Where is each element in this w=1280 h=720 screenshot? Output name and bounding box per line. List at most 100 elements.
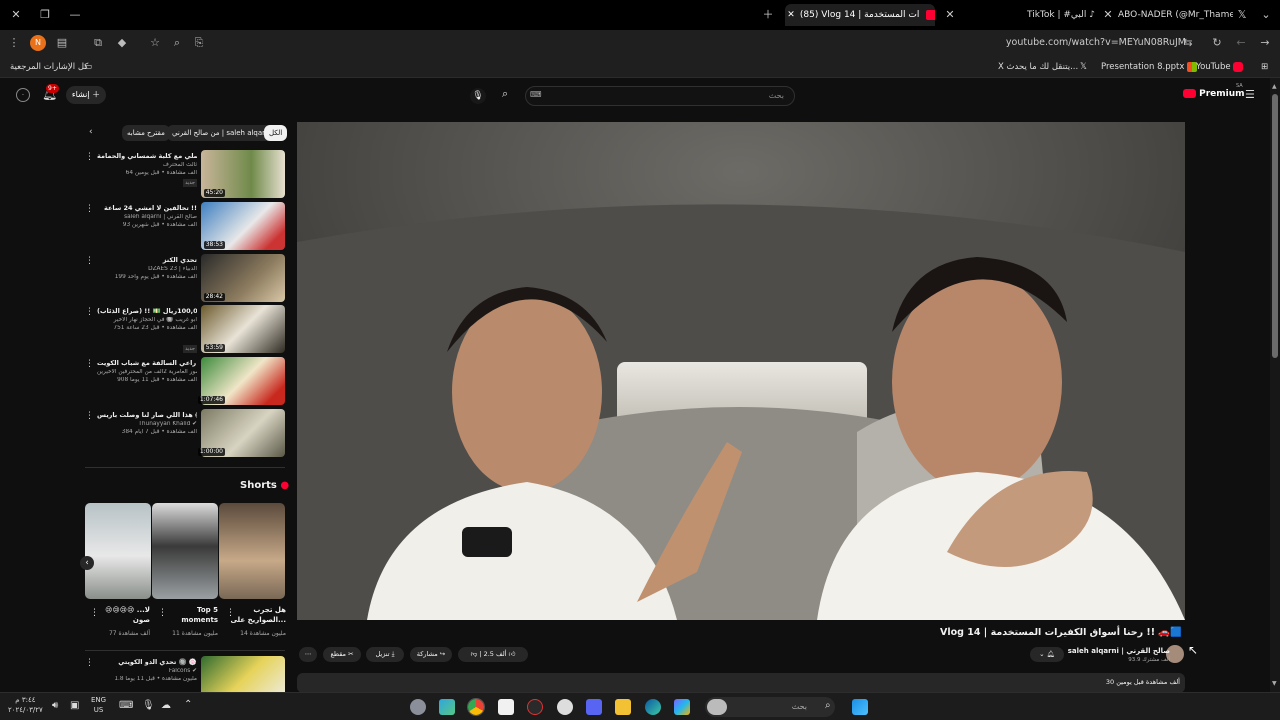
list-item[interactable]: 45:20 اسلي مع كلبة شمساني والحمامة 👀 ثال… (85, 150, 285, 200)
keyboard-icon[interactable]: ⌨ (530, 90, 542, 99)
discord-icon[interactable] (586, 699, 602, 715)
short-thumbnail[interactable] (219, 503, 285, 599)
reload-icon[interactable]: ↻ (1209, 35, 1225, 51)
search-input[interactable]: بحث (525, 86, 795, 106)
page-scrollbar[interactable]: ▲ ▼ (1270, 78, 1280, 692)
shorts-scroll-left-icon[interactable]: ‹ (80, 556, 94, 570)
edge-dev-icon[interactable] (439, 699, 455, 715)
show-hidden-icons-icon[interactable]: ⌃ (184, 699, 192, 710)
more-options-icon[interactable]: ⋮ (85, 256, 94, 266)
split-screen-icon[interactable]: ⧉ (90, 35, 106, 51)
microphone-icon[interactable]: 🎙︎ (142, 700, 155, 711)
short-title[interactable]: Top 5 moments (158, 605, 218, 625)
tab-close-icon[interactable]: ✕ (785, 4, 797, 26)
subscribed-button[interactable]: ⌄ 🔔︎ (1030, 647, 1064, 662)
search-icon[interactable]: ⌕ (502, 87, 508, 101)
share-button[interactable]: مشاركة ↪ (410, 647, 452, 662)
bookmark-presentation[interactable]: Presentation 8.pptx (1101, 60, 1198, 74)
clock[interactable]: ٣:٤٤ م ٢٠٢٤/٠٣/٢٧ (8, 695, 43, 715)
keyboard-icon[interactable]: ⌨ (119, 700, 133, 711)
more-options-icon[interactable]: ⋮ (158, 608, 167, 618)
tab-search-icon[interactable]: ⌄ (1258, 7, 1274, 23)
more-options-icon[interactable]: ⋮ (85, 658, 94, 668)
list-item[interactable]: تحدي الدو الكويتي 🔘 🍥 Falcons ✔ 1.8 مليو… (85, 656, 285, 692)
language-indicator[interactable]: ENG US (91, 695, 106, 715)
more-options-icon[interactable]: ⋮ (85, 307, 94, 317)
tab-close-icon[interactable]: ✕ (1100, 7, 1116, 23)
more-options-icon[interactable]: ⋮ (85, 152, 94, 162)
site-settings-icon[interactable]: ⇆ (1180, 35, 1196, 51)
scrollbar-thumb[interactable] (1272, 94, 1278, 358)
start-menu-icon[interactable] (852, 699, 868, 715)
like-icon[interactable]: 👍︎ (509, 650, 516, 658)
install-app-icon[interactable]: ⎘ (191, 35, 207, 51)
tab-close-icon[interactable]: ✕ (942, 7, 958, 23)
more-options-icon[interactable]: ⋮ (90, 608, 99, 618)
file-explorer-icon[interactable] (615, 699, 631, 715)
edge-icon[interactable] (645, 699, 661, 715)
app-icon[interactable] (527, 699, 543, 715)
more-options-icon[interactable]: ⋮ (85, 359, 94, 369)
chip-all[interactable]: الكل (264, 125, 288, 141)
apps-grid-icon[interactable]: ⊞ (1261, 60, 1268, 74)
zoom-icon[interactable]: ⌕ (169, 35, 185, 51)
channel-name[interactable]: Thunayyan Khalid ✔ (97, 421, 197, 427)
channel-name[interactable]: saleh alqarni | صالح القرني (1068, 647, 1170, 655)
menu-dots-icon[interactable]: ⋮ (6, 35, 22, 51)
channel-name[interactable]: DZAES 23 | الدبياء (97, 266, 197, 272)
new-tab-icon[interactable]: ＋ (760, 7, 776, 23)
scroll-down-icon[interactable]: ▼ (1272, 680, 1277, 687)
list-item[interactable]: 1:00:00 هذا اللي صار لنا وصلت باريس 😱 Th… (85, 409, 285, 459)
more-options-icon[interactable]: ⋮ (85, 204, 94, 214)
system-app-icon[interactable] (557, 699, 573, 715)
clip-button[interactable]: مقطع ✂ (323, 647, 361, 662)
short-title[interactable]: 😢😢😢😢 ...لا صون (90, 605, 150, 625)
tab-tiktok[interactable]: TikTok | #البي ♪ (1000, 4, 1095, 26)
channel-name[interactable]: منصور العامرية 2ألف من المحترفين الأخيري… (97, 369, 197, 375)
more-options-icon[interactable]: ⋮ (85, 411, 94, 421)
close-window-icon[interactable]: ✕ (8, 7, 24, 23)
search-icon[interactable]: ⌕ (825, 700, 831, 711)
channel-name[interactable]: saleh alqarni | صالح القرني (97, 214, 197, 220)
network-icon[interactable]: ▣ (70, 700, 79, 711)
bookmark-star-icon[interactable]: ☆ (147, 35, 163, 51)
like-count[interactable]: 2.5 ألف (484, 650, 507, 658)
video-title[interactable]: تحدي الدو الكويتي 🔘 🍥 (97, 658, 197, 666)
copilot-icon[interactable] (674, 699, 690, 715)
short-title[interactable]: هل تجرب الصواريخ على... (226, 605, 286, 625)
tab-x[interactable]: ABO-NADER (@Mr_Thamer10 (1118, 4, 1233, 26)
description-box[interactable] (297, 673, 1185, 693)
create-button[interactable]: إنشاء ＋ (66, 86, 106, 104)
tab-youtube[interactable]: ✕ (85) Vlog 14 | ات المستخدمة (785, 4, 935, 26)
more-actions-icon[interactable]: ⋯ (299, 647, 317, 662)
more-options-icon[interactable]: ⋮ (226, 608, 235, 618)
video-title[interactable]: تحالفين لا امشي 24 ساعة !! (97, 204, 197, 212)
folder-icon[interactable]: ▭ (84, 60, 92, 74)
list-item[interactable]: 1:07:46 من راعي السالفة مع شباب الكويت م… (85, 357, 285, 407)
channel-name[interactable]: ابو غريب 🔘 في الحجاز نهار الأخير (97, 317, 197, 323)
volume-icon[interactable]: 🔊︎ (52, 700, 58, 711)
scroll-up-icon[interactable]: ▲ (1272, 83, 1277, 90)
video-title[interactable]: هذا اللي صار لنا وصلت باريس 😱 (97, 411, 197, 419)
list-item[interactable]: 53:59 اخر شخص يطلع من المكان يفوز ب100,0… (85, 305, 285, 355)
extension-diamond-icon[interactable]: ◆ (114, 35, 130, 51)
download-button[interactable]: تنزيل ⤓ (366, 647, 404, 662)
bookmark-youtube[interactable]: YouTube (1196, 60, 1244, 74)
video-title[interactable]: من راعي السالفة مع شباب الكويت (97, 359, 197, 367)
extensions-icon[interactable]: ▤ (54, 35, 70, 51)
settings-app-icon[interactable] (410, 699, 426, 715)
short-thumbnail[interactable] (152, 503, 218, 599)
video-title[interactable]: اخر شخص يطلع من المكان يفوز ب100,000ريال… (97, 307, 197, 315)
store-icon[interactable] (498, 699, 514, 715)
video-title[interactable]: تحدي الكنز (97, 256, 197, 264)
channel-name[interactable]: ثالث المحترف (97, 162, 197, 168)
minimize-window-icon[interactable]: — (67, 7, 83, 23)
youtube-premium-logo[interactable]: Premium (1183, 89, 1245, 99)
chips-scroll-left-icon[interactable]: ‹ (89, 127, 93, 137)
profile-avatar[interactable]: N (30, 35, 46, 51)
url-field[interactable]: youtube.com/watch?v=MEYuN08RuJM (1006, 37, 1186, 48)
restore-window-icon[interactable]: ❐ (37, 7, 53, 23)
bookmark-x-news[interactable]: X يتنقل لك ما يحدث... (998, 60, 1078, 74)
all-bookmarks-folder[interactable]: كل الإشارات المرجعية (10, 60, 88, 74)
dislike-icon[interactable]: 👎︎ (471, 650, 478, 658)
